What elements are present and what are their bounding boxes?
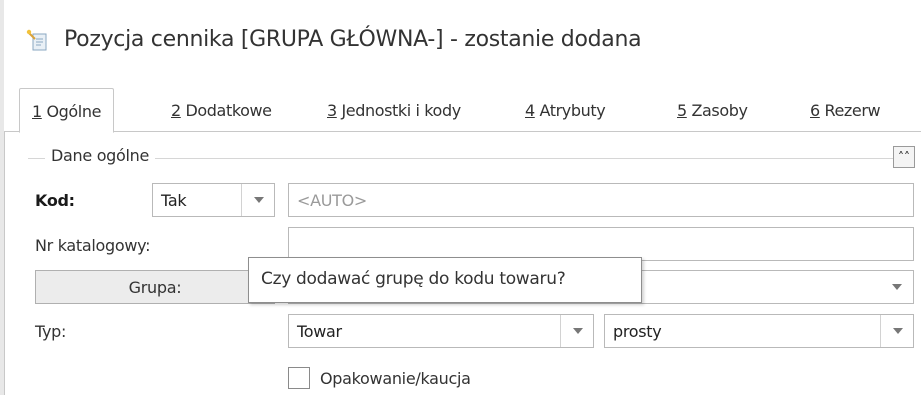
window-title: Pozycja cennika [GRUPA GŁÓWNA-] - zostan… bbox=[64, 27, 642, 52]
tab-label: Jednostki i kody bbox=[341, 101, 461, 120]
typ-label: Typ: bbox=[35, 322, 67, 341]
opakowanie-checkbox[interactable] bbox=[288, 367, 310, 389]
tab-atrybuty[interactable]: 4 Atrybuty bbox=[525, 88, 606, 133]
tab-number: 2 bbox=[171, 101, 181, 120]
kod-input[interactable]: <AUTO> bbox=[288, 183, 914, 217]
document-wand-icon bbox=[26, 29, 47, 51]
tooltip-text: Czy dodawać grupę do kodu towaru? bbox=[261, 269, 566, 289]
tab-number: 3 bbox=[327, 101, 337, 120]
tab-zasoby[interactable]: 5 Zasoby bbox=[677, 88, 748, 133]
tab-number: 1 bbox=[32, 102, 42, 121]
chevron-down-icon[interactable] bbox=[241, 184, 274, 216]
kod-label: Kod: bbox=[35, 191, 75, 210]
title-bar: Pozycja cennika [GRUPA GŁÓWNA-] - zostan… bbox=[4, 0, 921, 84]
chevron-down-icon[interactable] bbox=[880, 271, 913, 303]
kod-input-value: <AUTO> bbox=[297, 191, 368, 210]
tab-label: Atrybuty bbox=[539, 101, 606, 120]
tab-number: 5 bbox=[677, 101, 687, 120]
groupbox-title: Dane ogólne bbox=[45, 146, 156, 165]
tab-number: 6 bbox=[810, 101, 820, 120]
typ-value: Towar bbox=[297, 322, 342, 341]
tab-dodatkowe[interactable]: 2 Dodatkowe bbox=[171, 88, 272, 133]
nr-katalogowy-input[interactable] bbox=[288, 227, 914, 261]
kod-mode-value: Tak bbox=[161, 191, 187, 210]
kod-mode-select[interactable]: Tak bbox=[152, 183, 275, 217]
collapse-section-button[interactable]: ˄˄ bbox=[893, 146, 915, 168]
tab-label: Rezerw bbox=[824, 101, 881, 120]
tab-label: Zasoby bbox=[691, 101, 748, 120]
chevron-down-icon[interactable] bbox=[880, 315, 913, 347]
tooltip: Czy dodawać grupę do kodu towaru? bbox=[248, 257, 642, 303]
tab-ogolne[interactable]: 1 Ogólne bbox=[19, 88, 115, 133]
tab-number: 4 bbox=[525, 101, 535, 120]
grupa-button[interactable]: Grupa: bbox=[35, 270, 275, 304]
typ-subtype-value: prosty bbox=[613, 322, 662, 341]
tab-jednostki-i-kody[interactable]: 3 Jednostki i kody bbox=[327, 88, 461, 133]
tab-rezerwacje[interactable]: 6 Rezerw bbox=[810, 88, 881, 133]
double-chevron-up-icon: ˄˄ bbox=[898, 150, 910, 164]
chevron-down-icon[interactable] bbox=[560, 315, 593, 347]
tab-label: Ogólne bbox=[46, 102, 102, 121]
groupbox-border bbox=[28, 158, 894, 159]
tab-bar: 1 Ogólne 2 Dodatkowe 3 Jednostki i kody … bbox=[4, 84, 921, 133]
nr-katalogowy-label: Nr katalogowy: bbox=[35, 236, 151, 255]
dialog-window: Pozycja cennika [GRUPA GŁÓWNA-] - zostan… bbox=[0, 0, 921, 395]
opakowanie-label: Opakowanie/kaucja bbox=[320, 369, 471, 388]
typ-select[interactable]: Towar bbox=[288, 314, 594, 348]
typ-subtype-select[interactable]: prosty bbox=[604, 314, 914, 348]
tab-label: Dodatkowe bbox=[185, 101, 272, 120]
